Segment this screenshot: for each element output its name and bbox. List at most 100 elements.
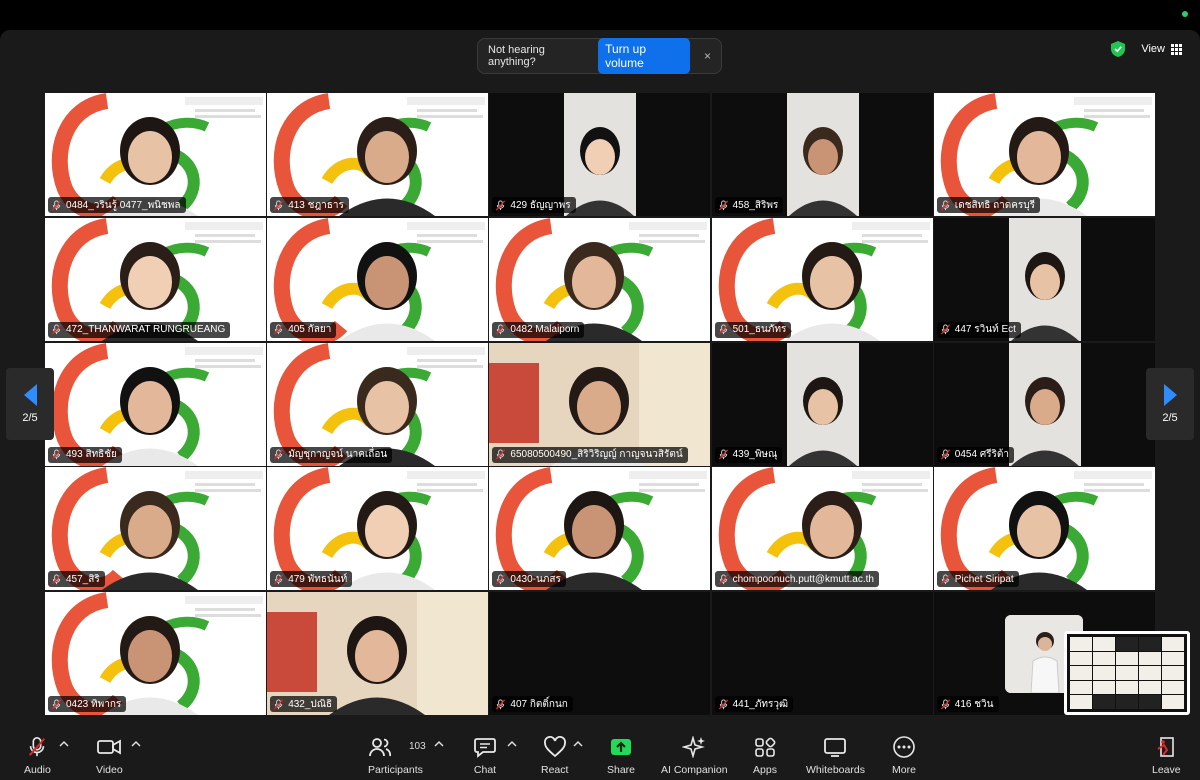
turn-up-volume-button[interactable]: Turn up volume — [598, 38, 690, 74]
mini-tile — [1070, 695, 1092, 709]
audio-button[interactable]: Audio — [24, 736, 51, 776]
participant-tile[interactable]: 0430-นภสร — [489, 467, 711, 591]
whiteboard-icon — [824, 738, 847, 757]
ai-companion-button[interactable]: AI Companion — [661, 736, 728, 776]
participant-tile[interactable]: 447 รวินท์ Ect — [933, 217, 1155, 341]
muted-mic-icon — [496, 199, 506, 211]
participant-tile[interactable]: chompoonuch.putt@kmutt.ac.th — [711, 467, 933, 591]
window-titlebar — [0, 0, 1200, 30]
participant-name: 416 ชวิน — [954, 698, 994, 710]
participant-name-tag: 0430-นภสร — [492, 571, 566, 588]
participants-icon — [369, 738, 392, 757]
meeting-toolbar: Audio Video Participants 103 Chat React — [0, 726, 1200, 780]
participant-tile[interactable]: 0454 ศรีริต้า — [933, 342, 1155, 466]
muted-mic-icon — [51, 324, 62, 335]
muted-mic-icon — [51, 199, 62, 211]
mini-tile — [1070, 637, 1092, 651]
participant-name: 501_ธนภัทร — [732, 324, 787, 336]
previous-page-button[interactable]: 2/5 — [6, 368, 54, 440]
participant-tile[interactable]: 429 ธัญญาพร — [489, 93, 711, 216]
muted-mic-icon — [718, 449, 728, 460]
view-label: View — [1141, 43, 1165, 55]
participant-tile[interactable]: 407 กิตติ์กนก — [489, 592, 711, 716]
participant-name-tag: Pichet Siripat — [936, 571, 1019, 588]
muted-mic-icon — [496, 699, 506, 710]
muted-mic-icon — [940, 574, 950, 585]
participant-tile[interactable]: เดชสิทธิ ถาดครบุรี — [933, 93, 1155, 216]
next-arrow-icon — [1163, 384, 1177, 406]
participant-tile[interactable]: 0423 ทิพากร — [45, 592, 266, 716]
participant-video-feed — [1008, 342, 1081, 466]
security-shield-icon[interactable] — [1111, 41, 1126, 57]
next-page-button[interactable]: 2/5 — [1146, 368, 1194, 440]
participant-tile[interactable]: 432_ปณิธิ — [267, 592, 489, 716]
mini-tile — [1116, 637, 1138, 651]
react-options-chevron-icon[interactable] — [573, 740, 583, 748]
muted-mic-icon — [718, 199, 728, 211]
participant-name: เดชสิทธิ ถาดครบุรี — [954, 199, 1036, 211]
close-banner-icon[interactable]: × — [704, 49, 711, 63]
participant-name-tag: 479 พัทธนันท์ — [270, 571, 353, 588]
participants-options-chevron-icon[interactable] — [434, 740, 444, 748]
mini-tile — [1139, 695, 1161, 709]
mini-tile — [1139, 680, 1161, 695]
participant-tile[interactable]: 441_ภัทรวุฒิ — [711, 592, 933, 716]
mini-tile — [1093, 666, 1115, 680]
muted-mic-icon — [51, 699, 62, 710]
leave-button[interactable]: Leave — [1152, 736, 1181, 776]
participant-tile[interactable]: 479 พัทธนันท์ — [267, 467, 489, 591]
muted-mic-icon — [51, 449, 62, 460]
participant-tile[interactable]: 501_ธนภัทร — [711, 217, 933, 341]
video-options-chevron-icon[interactable] — [131, 740, 141, 748]
apps-icon — [755, 737, 776, 757]
participant-tile[interactable]: มัญชุกาญจน์ นาคเถื่อน — [267, 342, 489, 466]
participant-tile[interactable]: 439_พิษณุ — [711, 342, 933, 466]
participant-tile[interactable]: 472_THANWARAT RUNGRUEANG — [45, 217, 266, 341]
participant-name-tag: 493 สิทธิชัย — [48, 446, 122, 463]
participant-tile[interactable]: 405 กัลยา — [267, 217, 489, 341]
muted-mic-icon — [496, 324, 506, 335]
participant-tile[interactable]: Pichet Siripat — [933, 467, 1155, 591]
participant-name-tag: 472_THANWARAT RUNGRUEANG — [48, 321, 231, 338]
more-button[interactable]: More — [892, 736, 916, 776]
participant-name: 0484_วรินรู้ 0477_พนิชพล — [66, 199, 181, 211]
participant-tile[interactable]: 458_สิริพร — [711, 93, 933, 216]
muted-mic-icon — [940, 699, 950, 710]
mini-tile — [1116, 680, 1138, 695]
participant-name-tag: 0454 ศรีริต้า — [936, 446, 1015, 463]
participant-tile[interactable]: 0482 Malaiporn — [489, 217, 711, 341]
participant-name-tag: 0423 ทิพากร — [48, 696, 127, 713]
participant-name-tag: 441_ภัทรวุฒิ — [714, 696, 794, 713]
minimized-gallery-preview[interactable] — [1064, 631, 1190, 715]
leave-label: Leave — [1152, 764, 1181, 776]
view-button[interactable]: View — [1135, 40, 1188, 58]
muted-mic-icon — [718, 324, 728, 335]
participant-name-tag: 0482 Malaiporn — [492, 321, 585, 338]
page-indicator-right: 2/5 — [1162, 412, 1178, 424]
video-button[interactable]: Video — [96, 736, 123, 776]
chat-button[interactable]: Chat — [473, 736, 497, 776]
audio-options-chevron-icon[interactable] — [59, 740, 69, 748]
participant-tile[interactable]: 0484_วรินรู้ 0477_พนิชพล — [45, 93, 266, 216]
participant-tile[interactable]: 413 ชฎาธาร — [267, 93, 489, 216]
participant-name: มัญชุกาญจน์ นาคเถื่อน — [288, 449, 388, 461]
participant-tile[interactable]: 65080500490_สิริวิริญญ์ กาญจนวสิรัตน์ — [489, 342, 711, 466]
muted-mic-icon — [718, 574, 728, 585]
mini-tile — [1162, 637, 1184, 651]
apps-button[interactable]: Apps — [753, 736, 777, 776]
participant-name: 405 กัลยา — [288, 324, 332, 336]
participant-name-tag: 432_ปณิธิ — [270, 696, 338, 713]
share-button[interactable]: Share — [607, 736, 635, 776]
participant-name: 0454 ศรีริต้า — [954, 449, 1010, 461]
chat-options-chevron-icon[interactable] — [507, 740, 517, 748]
mini-tile — [1162, 666, 1184, 680]
react-button[interactable]: React — [541, 736, 568, 776]
participant-name-tag: 0484_วรินรู้ 0477_พนิชพล — [48, 197, 186, 213]
mini-tile — [1093, 680, 1115, 695]
mini-tile — [1162, 680, 1184, 695]
participant-tile[interactable]: 493 สิทธิชัย — [45, 342, 266, 466]
participant-tile[interactable]: 457_สิริ — [45, 467, 266, 591]
whiteboards-button[interactable]: Whiteboards — [806, 736, 865, 776]
participant-count: 103 — [409, 741, 426, 752]
muted-mic-icon — [51, 574, 62, 585]
